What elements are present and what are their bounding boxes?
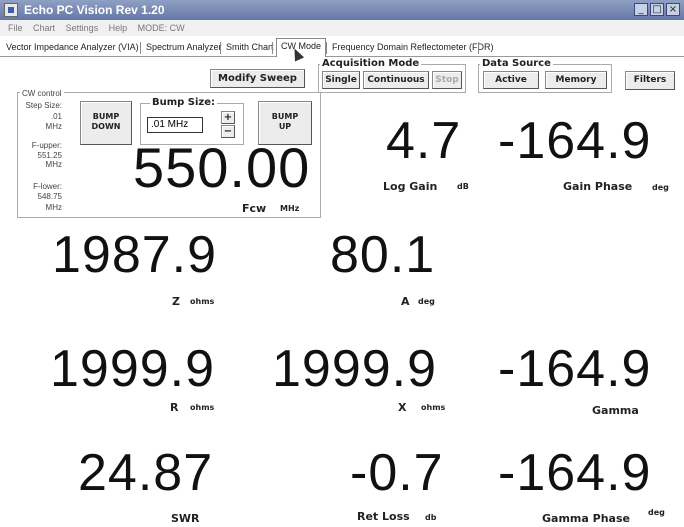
app-window: Echo PC Vision Rev 1.20 _ □ × File Chart…: [0, 0, 684, 527]
tab-smith-chart[interactable]: Smith Chart: [226, 40, 274, 54]
flower-value: 548.75: [37, 192, 62, 201]
tab-spectrum-analyzer[interactable]: Spectrum Analyzer: [146, 40, 222, 54]
active-button[interactable]: Active: [483, 71, 539, 89]
fupper-value: 551.25: [37, 151, 62, 160]
x-unit: ohms: [421, 403, 446, 412]
flower-label: F-lower:: [33, 182, 62, 191]
step-size-label: Step Size:: [25, 101, 62, 110]
bump-size-label: Bump Size:: [150, 97, 218, 108]
tab-separator: [326, 42, 327, 54]
ret-loss-label: Ret Loss: [357, 510, 410, 523]
gamma-phase-unit: deg: [648, 508, 665, 517]
a-readout: 80.1: [330, 226, 436, 284]
menu-bar: File Chart Settings Help MODE: CW: [0, 20, 684, 36]
fcw-label: Fcw: [242, 202, 267, 215]
log-gain-readout: 4.7: [386, 112, 462, 170]
tab-separator: [220, 42, 221, 54]
close-button[interactable]: ×: [666, 3, 680, 16]
fupper-label: F-upper:: [31, 141, 62, 150]
tab-fdr[interactable]: Frequency Domain Reflectometer (FDR): [332, 40, 494, 54]
gamma-phase-label: Gamma Phase: [542, 512, 630, 525]
ret-loss-readout: -0.7: [350, 444, 444, 502]
data-source-label: Data Source: [480, 58, 553, 69]
gain-phase-label: Gain Phase: [563, 180, 633, 193]
menu-chart[interactable]: Chart: [33, 20, 55, 36]
z-label: Z: [172, 295, 180, 308]
menu-settings[interactable]: Settings: [66, 20, 99, 36]
r-unit: ohms: [190, 403, 215, 412]
log-gain-unit: dB: [457, 182, 469, 191]
minimize-button[interactable]: _: [634, 3, 648, 16]
ret-loss-unit: db: [425, 513, 437, 522]
step-size-unit: MHz: [45, 122, 62, 131]
a-unit: deg: [418, 297, 435, 306]
menu-file[interactable]: File: [8, 20, 23, 36]
tab-separator: [140, 42, 141, 54]
gain-phase-readout: -164.9: [498, 112, 652, 170]
app-icon: [4, 3, 18, 17]
r-readout: 1999.9: [50, 340, 216, 398]
tab-separator: [478, 42, 479, 54]
maximize-button[interactable]: □: [650, 3, 664, 16]
step-size-value: .01: [50, 112, 62, 121]
gamma-phase-readout: -164.9: [498, 444, 652, 502]
bump-size-plus-button[interactable]: +: [221, 111, 235, 124]
title-bar: Echo PC Vision Rev 1.20 _ □ ×: [0, 0, 684, 21]
menu-help[interactable]: Help: [109, 20, 128, 36]
x-label: X: [398, 401, 407, 414]
tab-separator: [272, 42, 273, 54]
gain-phase-unit: deg: [652, 183, 669, 192]
flower-unit: MHz: [45, 203, 62, 212]
bump-down-button[interactable]: BUMP DOWN: [80, 101, 132, 145]
swr-label: SWR: [171, 512, 200, 525]
window-title: Echo PC Vision Rev 1.20: [24, 3, 165, 17]
z-unit: ohms: [190, 297, 215, 306]
mode-indicator: MODE: CW: [137, 23, 185, 33]
bump-size-input[interactable]: .01 MHz: [147, 117, 203, 133]
acquisition-mode-label: Acquisition Mode: [320, 58, 422, 69]
gamma-label: Gamma: [592, 404, 639, 417]
memory-button[interactable]: Memory: [545, 71, 607, 89]
log-gain-label: Log Gain: [383, 180, 438, 193]
modify-sweep-button[interactable]: Modify Sweep: [210, 69, 305, 88]
fupper-unit: MHz: [45, 160, 62, 169]
fcw-unit: MHz: [280, 204, 300, 213]
tab-via[interactable]: Vector Impedance Analyzer (VIA): [6, 40, 139, 54]
cw-control-label: CW control: [20, 89, 64, 98]
x-readout: 1999.9: [272, 340, 438, 398]
continuous-button[interactable]: Continuous: [363, 71, 429, 89]
gamma-readout: -164.9: [498, 340, 652, 398]
filters-button[interactable]: Filters: [625, 71, 675, 90]
single-button[interactable]: Single: [322, 71, 360, 89]
stop-button[interactable]: Stop: [432, 71, 462, 89]
a-label: A: [401, 295, 410, 308]
r-label: R: [170, 401, 179, 414]
z-readout: 1987.9: [52, 226, 218, 284]
tab-bar: Vector Impedance Analyzer (VIA) Spectrum…: [0, 36, 684, 57]
swr-readout: 24.87: [78, 444, 214, 502]
fcw-readout: 550.00: [133, 136, 311, 199]
